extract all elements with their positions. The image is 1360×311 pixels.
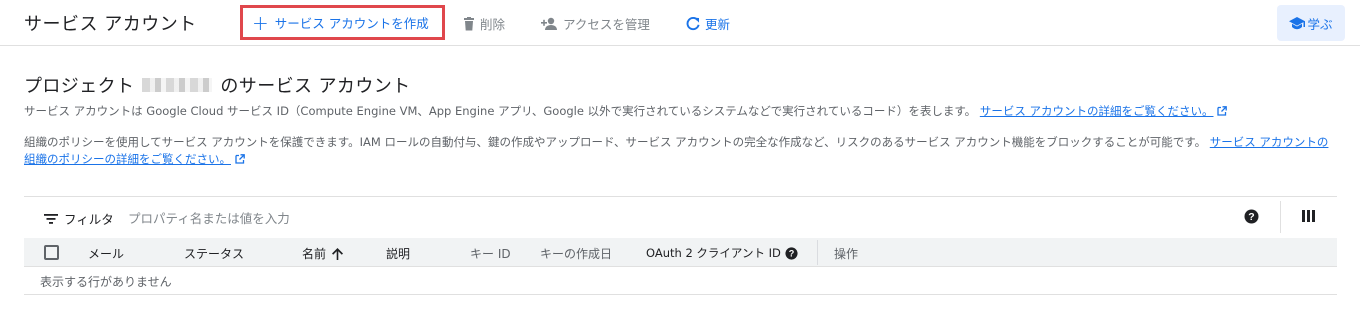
help-icon[interactable]: ? bbox=[785, 246, 798, 260]
service-account-details-link[interactable]: サービス アカウントの詳細をご覧ください。 bbox=[980, 104, 1214, 118]
columns-icon[interactable] bbox=[1302, 210, 1315, 222]
column-header-oauth-label: OAuth 2 クライアント ID bbox=[646, 246, 781, 260]
delete-button[interactable]: 削除 bbox=[463, 14, 505, 33]
page-title: サービス アカウント bbox=[24, 14, 197, 35]
person-add-icon bbox=[541, 17, 557, 30]
column-header-description[interactable]: 説明 bbox=[386, 245, 410, 262]
section-title-prefix: プロジェクト bbox=[24, 76, 135, 97]
column-divider bbox=[817, 240, 818, 265]
column-header-oauth-client-id[interactable]: OAuth 2 クライアント ID ? bbox=[646, 245, 798, 261]
filter-bar: フィルタ ? bbox=[24, 196, 1337, 238]
column-header-email[interactable]: メール bbox=[88, 245, 124, 262]
table-empty-row: 表示する行がありません bbox=[24, 267, 1337, 295]
school-icon bbox=[1289, 16, 1306, 29]
manage-access-button[interactable]: アクセスを管理 bbox=[541, 14, 650, 33]
org-policy-description: 組織のポリシーを使用してサービス アカウントを保護できます。IAM ロールの自動… bbox=[24, 134, 1334, 168]
manage-access-label: アクセスを管理 bbox=[563, 17, 650, 32]
select-all-checkbox[interactable] bbox=[44, 245, 59, 260]
svg-text:?: ? bbox=[1248, 211, 1254, 223]
refresh-button[interactable]: 更新 bbox=[686, 14, 730, 33]
top-toolbar: サービス アカウント + サービス アカウントを作成 削除 アクセスを管理 更新… bbox=[0, 0, 1360, 46]
external-link-icon bbox=[1217, 106, 1228, 116]
create-service-account-button[interactable]: + サービス アカウントを作成 bbox=[240, 5, 445, 40]
delete-label: 削除 bbox=[480, 17, 506, 32]
filter-icon bbox=[44, 213, 58, 224]
refresh-icon bbox=[686, 16, 700, 30]
create-service-account-label: サービス アカウントを作成 bbox=[274, 16, 429, 31]
empty-message: 表示する行がありません bbox=[40, 275, 172, 289]
external-link-icon bbox=[235, 154, 245, 164]
description-text-1: サービス アカウントは Google Cloud サービス ID（Compute… bbox=[24, 104, 977, 118]
service-account-description: サービス アカウントは Google Cloud サービス ID（Compute… bbox=[24, 103, 1344, 120]
table-header: メール ステータス 名前 説明 キー ID キーの作成日 OAuth 2 クライ… bbox=[24, 238, 1337, 267]
toolbar-divider bbox=[1280, 201, 1281, 233]
column-header-name-label: 名前 bbox=[302, 247, 327, 261]
learn-label: 学ぶ bbox=[1307, 16, 1333, 32]
filter-button[interactable]: フィルタ bbox=[44, 209, 114, 228]
filter-input[interactable] bbox=[128, 208, 728, 228]
filter-label: フィルタ bbox=[64, 212, 114, 227]
learn-button[interactable]: 学ぶ bbox=[1277, 5, 1345, 41]
description-text-2: 組織のポリシーを使用してサービス アカウントを保護できます。IAM ロールの自動… bbox=[24, 135, 1207, 149]
refresh-label: 更新 bbox=[705, 17, 731, 32]
arrow-up-icon bbox=[332, 247, 344, 260]
delete-icon bbox=[464, 16, 474, 30]
add-icon: + bbox=[252, 10, 269, 35]
section-title-suffix: のサービス アカウント bbox=[220, 76, 411, 97]
redacted-project-name bbox=[142, 78, 213, 92]
section-title: プロジェクト のサービス アカウント bbox=[24, 72, 411, 98]
column-header-name[interactable]: 名前 bbox=[302, 245, 344, 262]
column-header-status[interactable]: ステータス bbox=[184, 245, 244, 262]
svg-text:?: ? bbox=[789, 248, 795, 258]
help-icon[interactable]: ? bbox=[1244, 209, 1259, 224]
column-header-actions: 操作 bbox=[834, 247, 859, 261]
column-header-key-created: キーの作成日 bbox=[540, 247, 613, 261]
column-header-key-id: キー ID bbox=[470, 247, 511, 261]
